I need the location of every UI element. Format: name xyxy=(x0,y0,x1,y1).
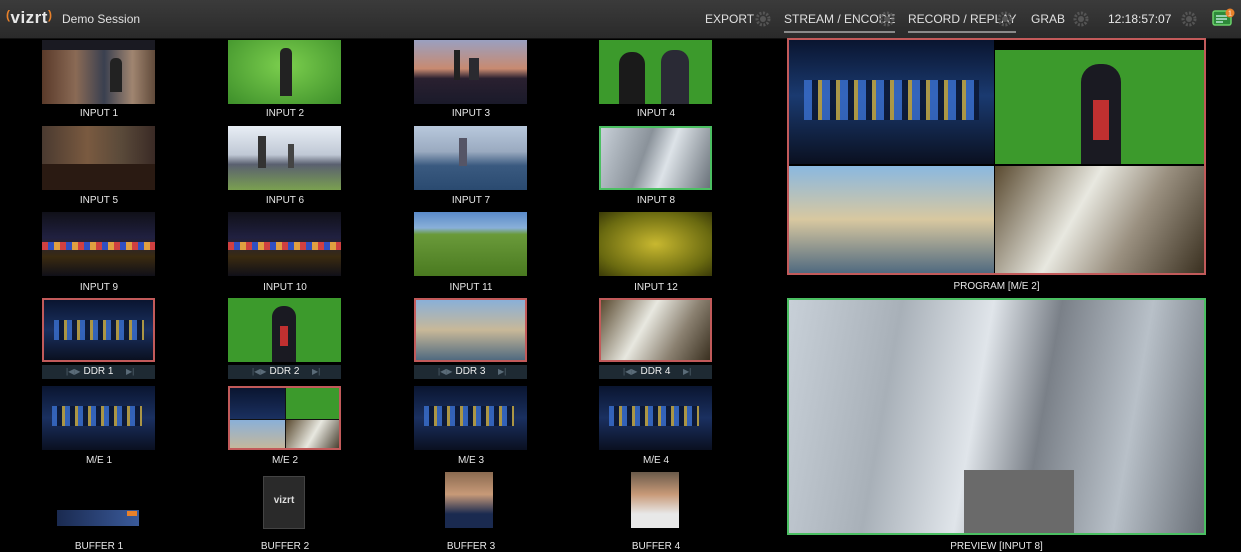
buffer-2-label: BUFFER 2 xyxy=(260,541,310,552)
ddr-1-transport[interactable]: |◀▶ DDR 1 ▶| xyxy=(42,365,155,379)
me-3-label: M/E 3 xyxy=(457,455,485,466)
input-5-thumbnail[interactable] xyxy=(42,126,155,190)
input-9-thumbnail[interactable] xyxy=(42,212,155,276)
clock-display: 12:18:57:07 xyxy=(1108,12,1172,26)
input-4-label: INPUT 4 xyxy=(636,108,676,119)
program-quad-4 xyxy=(995,166,1204,273)
buffer-4-label: BUFFER 4 xyxy=(631,541,681,552)
preview-label: PREVIEW [INPUT 8] xyxy=(950,541,1043,552)
ddr-2-transport[interactable]: |◀▶ DDR 2 ▶| xyxy=(228,365,341,379)
input-8-label: INPUT 8 xyxy=(636,195,676,206)
input-12-thumbnail[interactable] xyxy=(599,212,712,276)
top-bar: (vizrt) Demo Session EXPORT STREAM / ENC… xyxy=(0,0,1241,39)
ddr-3-next-icon[interactable]: ▶| xyxy=(498,367,506,376)
buffer-1-label: BUFFER 1 xyxy=(74,541,124,552)
input-10-label: INPUT 10 xyxy=(263,282,307,293)
input-12-label: INPUT 12 xyxy=(634,282,678,293)
program-quad-2 xyxy=(995,50,1204,164)
ddr-1-label: DDR 1 xyxy=(83,366,114,377)
ddr-2-thumbnail[interactable] xyxy=(228,298,341,362)
buffer-3-label: BUFFER 3 xyxy=(446,541,496,552)
program-label: PROGRAM [M/E 2] xyxy=(953,281,1040,292)
ddr-3-label: DDR 3 xyxy=(455,366,486,377)
preview-monitor[interactable] xyxy=(787,298,1206,535)
ddr-1-thumbnail[interactable] xyxy=(42,298,155,362)
input-7-label: INPUT 7 xyxy=(451,195,491,206)
buffer-4-thumbnail[interactable] xyxy=(631,472,679,528)
logo-text: vizrt xyxy=(10,8,48,27)
input-1-label: INPUT 1 xyxy=(79,108,119,119)
input-2-thumbnail[interactable] xyxy=(228,40,341,104)
input-5-label: INPUT 5 xyxy=(79,195,119,206)
notification-count: 1 xyxy=(1228,11,1232,18)
buffer-3-thumbnail[interactable] xyxy=(445,472,493,528)
session-name: Demo Session xyxy=(62,12,141,26)
me-1-label: M/E 1 xyxy=(85,455,113,466)
me-2-thumbnail[interactable] xyxy=(228,386,341,450)
notification-icon[interactable]: 1 xyxy=(1211,7,1235,31)
buffer-1-thumbnail[interactable] xyxy=(57,510,139,526)
me-3-thumbnail[interactable] xyxy=(414,386,527,450)
ddr-2-label: DDR 2 xyxy=(269,366,300,377)
input-4-thumbnail[interactable] xyxy=(599,40,712,104)
ddr-3-thumbnail[interactable] xyxy=(414,298,527,362)
me-4-label: M/E 4 xyxy=(642,455,670,466)
record-gear-icon[interactable] xyxy=(997,11,1013,27)
me-1-thumbnail[interactable] xyxy=(42,386,155,450)
me-2-label: M/E 2 xyxy=(271,455,299,466)
ddr-1-next-icon[interactable]: ▶| xyxy=(126,367,134,376)
input-10-thumbnail[interactable] xyxy=(228,212,341,276)
input-7-thumbnail[interactable] xyxy=(414,126,527,190)
input-3-thumbnail[interactable] xyxy=(414,40,527,104)
me-4-thumbnail[interactable] xyxy=(599,386,712,450)
input-2-label: INPUT 2 xyxy=(265,108,305,119)
grab-gear-icon[interactable] xyxy=(1073,11,1089,27)
preview-shadow xyxy=(964,470,1074,533)
input-9-label: INPUT 9 xyxy=(79,282,119,293)
input-8-thumbnail[interactable] xyxy=(599,126,712,190)
export-gear-icon[interactable] xyxy=(755,11,771,27)
settings-gear-icon[interactable] xyxy=(1181,11,1197,27)
input-3-label: INPUT 3 xyxy=(451,108,491,119)
ddr-2-next-icon[interactable]: ▶| xyxy=(312,367,320,376)
program-monitor[interactable] xyxy=(787,38,1206,275)
stream-gear-icon[interactable] xyxy=(879,11,895,27)
export-tab[interactable]: EXPORT xyxy=(705,12,754,26)
grab-tab[interactable]: GRAB xyxy=(1031,12,1065,26)
ddr-4-thumbnail[interactable] xyxy=(599,298,712,362)
input-11-label: INPUT 11 xyxy=(449,282,493,293)
buffer-2-thumbnail[interactable]: vizrt xyxy=(263,476,305,529)
input-1-thumbnail[interactable] xyxy=(42,40,155,104)
program-quad-3 xyxy=(789,166,994,273)
vizrt-logo: (vizrt) xyxy=(6,8,53,27)
input-6-label: INPUT 6 xyxy=(265,195,305,206)
ddr-4-label: DDR 4 xyxy=(640,366,671,377)
ddr-3-transport[interactable]: |◀▶ DDR 3 ▶| xyxy=(414,365,527,379)
ddr-4-transport[interactable]: |◀▶ DDR 4 ▶| xyxy=(599,365,712,379)
input-6-thumbnail[interactable] xyxy=(228,126,341,190)
program-quad-1 xyxy=(789,40,994,164)
input-11-thumbnail[interactable] xyxy=(414,212,527,276)
ddr-4-next-icon[interactable]: ▶| xyxy=(683,367,691,376)
buffer-2-logo: vizrt xyxy=(273,495,295,506)
